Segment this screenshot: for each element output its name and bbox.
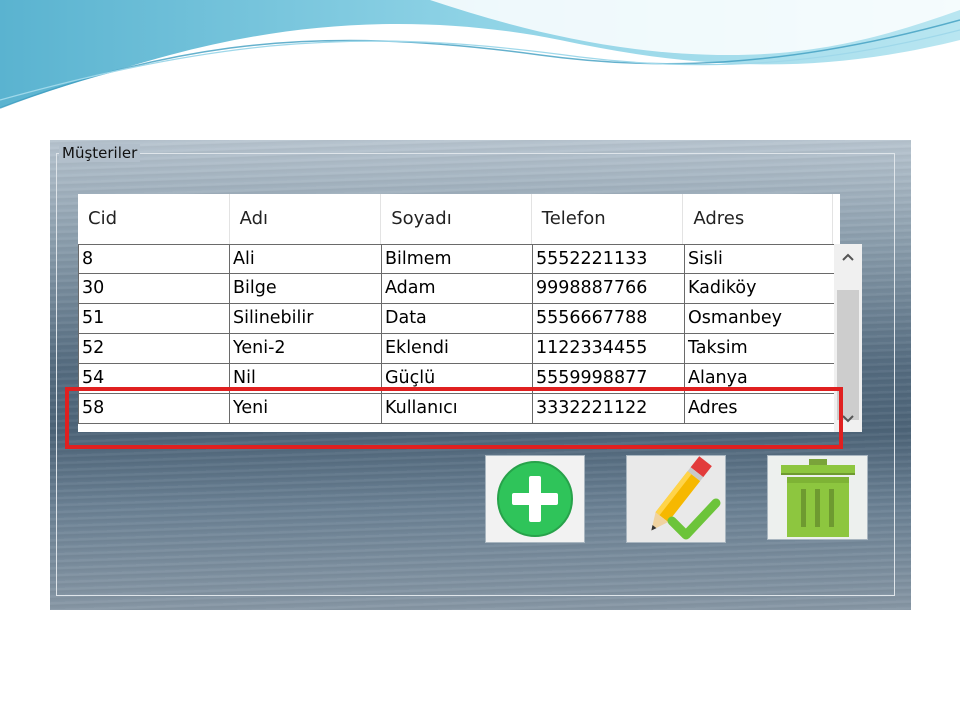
cell-soyadi[interactable]: Data — [382, 304, 533, 334]
cell-cid[interactable]: 51 — [78, 304, 230, 334]
add-button[interactable] — [485, 455, 585, 543]
column-header-adi[interactable]: Adı — [229, 194, 382, 244]
cell-adres[interactable]: Sisli — [685, 244, 835, 274]
cell-adi[interactable]: Bilge — [230, 274, 382, 304]
chevron-up-icon — [842, 253, 854, 261]
cell-cid[interactable]: 52 — [78, 334, 230, 364]
cell-cid[interactable]: 8 — [78, 244, 230, 274]
cell-telefon[interactable]: 1122334455 — [533, 334, 685, 364]
cell-telefon[interactable]: 9998887766 — [533, 274, 685, 304]
column-header-adres[interactable]: Adres — [683, 194, 833, 244]
table-row[interactable]: 52 Yeni-2 Eklendi 1122334455 Taksim — [78, 334, 835, 364]
column-header-soyadi[interactable]: Soyadı — [381, 194, 532, 244]
table-row[interactable]: 30 Bilge Adam 9998887766 Kadiköy — [78, 274, 835, 304]
cell-adi[interactable]: Ali — [230, 244, 382, 274]
cell-soyadi[interactable]: Eklendi — [382, 334, 533, 364]
cell-adres[interactable]: Osmanbey — [685, 304, 835, 334]
trash-icon — [780, 458, 855, 537]
column-header-telefon[interactable]: Telefon — [531, 194, 684, 244]
cell-telefon[interactable]: 5556667788 — [533, 304, 685, 334]
decorative-wave-header — [0, 0, 960, 109]
cell-soyadi[interactable]: Adam — [382, 274, 533, 304]
edit-button[interactable] — [626, 455, 726, 543]
add-icon — [497, 461, 573, 537]
scroll-up-button[interactable] — [834, 244, 862, 270]
edit-pencil-icon — [651, 456, 721, 540]
groupbox-title: Müşteriler — [59, 144, 141, 162]
cell-adres[interactable]: Kadiköy — [685, 274, 835, 304]
cell-cid[interactable]: 30 — [78, 274, 230, 304]
highlight-annotation-box — [65, 387, 843, 449]
cell-adi[interactable]: Yeni-2 — [230, 334, 382, 364]
cell-adi[interactable]: Silinebilir — [230, 304, 382, 334]
customers-panel: Müşteriler Cid Adı Soyadı Telefon Adres … — [50, 140, 911, 610]
cell-adres[interactable]: Taksim — [685, 334, 835, 364]
cell-soyadi[interactable]: Bilmem — [382, 244, 533, 274]
cell-telefon[interactable]: 5552221133 — [533, 244, 685, 274]
delete-button[interactable] — [767, 455, 868, 540]
chevron-down-icon — [842, 415, 854, 423]
column-header-cid[interactable]: Cid — [78, 194, 230, 244]
table-row[interactable]: 51 Silinebilir Data 5556667788 Osmanbey — [78, 304, 835, 334]
table-row[interactable]: 8 Ali Bilmem 5552221133 Sisli — [78, 244, 835, 274]
grid-header: Cid Adı Soyadı Telefon Adres — [78, 194, 833, 244]
